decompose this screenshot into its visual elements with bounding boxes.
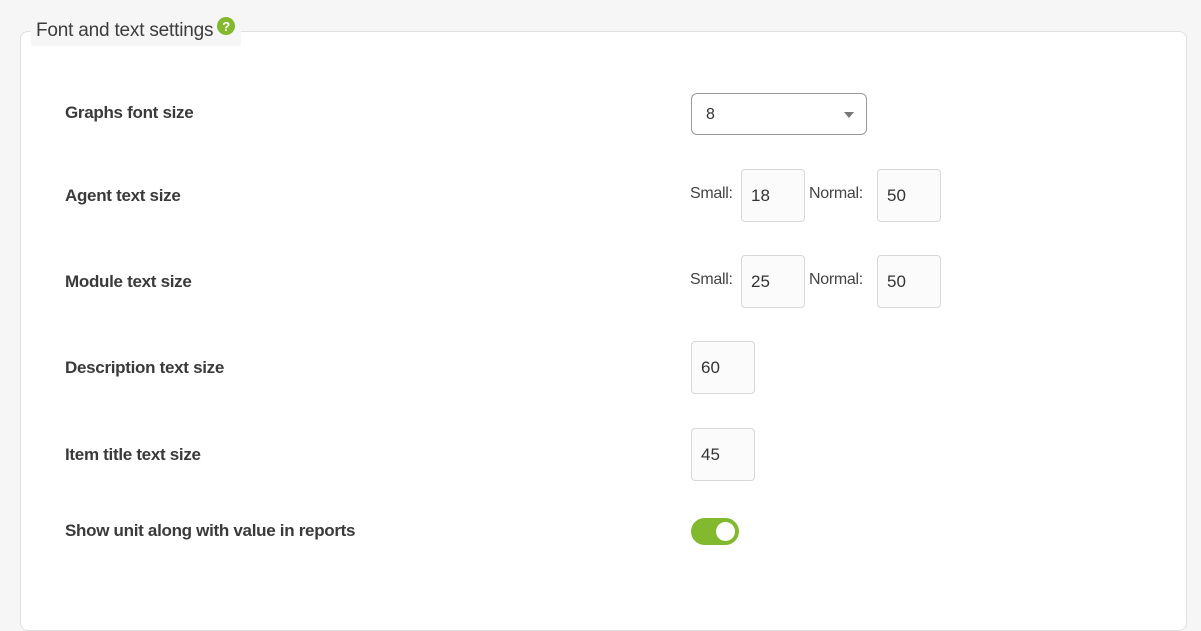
item-title-text-size-input[interactable]: 45 xyxy=(691,428,755,481)
section-title: Font and text settings xyxy=(36,20,214,41)
chevron-down-icon xyxy=(844,112,854,118)
agent-small-label: Small: xyxy=(690,185,733,202)
help-icon[interactable]: ? xyxy=(217,17,236,35)
module-small-label: Small: xyxy=(690,271,733,288)
description-text-size-input[interactable]: 60 xyxy=(691,341,755,394)
section-legend: Font and text settings ? xyxy=(31,16,242,46)
agent-normal-label: Normal: xyxy=(809,185,863,202)
description-text-size-label: Description text size xyxy=(65,358,225,377)
show-unit-label: Show unit along with value in reports xyxy=(65,521,356,540)
graphs-font-size-label: Graphs font size xyxy=(65,103,194,122)
graphs-font-size-select[interactable]: 8 xyxy=(691,93,867,135)
module-normal-label: Normal: xyxy=(809,271,863,288)
font-settings-panel xyxy=(20,31,1187,631)
module-text-size-label: Module text size xyxy=(65,272,192,291)
graphs-font-size-value: 8 xyxy=(706,106,715,123)
agent-normal-input[interactable]: 50 xyxy=(877,169,941,222)
agent-small-input[interactable]: 18 xyxy=(741,169,805,222)
agent-text-size-label: Agent text size xyxy=(65,186,181,205)
module-small-input[interactable]: 25 xyxy=(741,255,805,308)
show-unit-toggle[interactable] xyxy=(691,518,739,545)
item-title-text-size-label: Item title text size xyxy=(65,445,201,464)
toggle-knob xyxy=(716,522,735,541)
module-normal-input[interactable]: 50 xyxy=(877,255,941,308)
